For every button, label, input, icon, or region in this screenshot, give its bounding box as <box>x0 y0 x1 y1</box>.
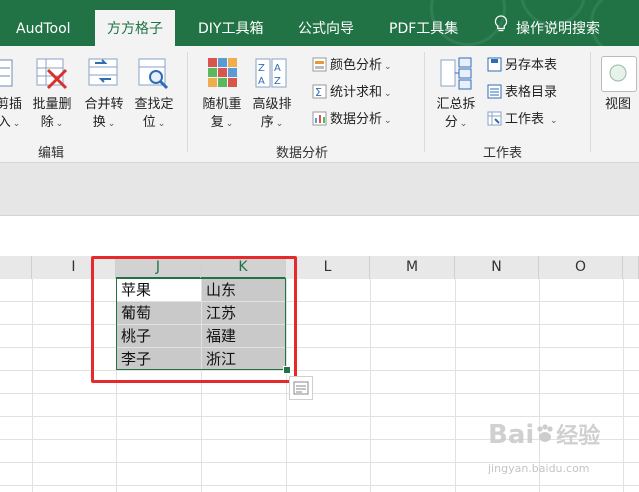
group-label-worksheet: 工作表 <box>483 146 523 161</box>
btn-label: 剪插 <box>0 97 23 112</box>
ribbon-panel: 剪插 入 ⌄ 批量删 除 ⌄ 合并转 换 ⌄ 查找定 位 ⌄ 编辑 随机重 复 … <box>0 46 639 163</box>
quick-analysis-icon[interactable] <box>289 376 313 400</box>
column-header-l[interactable]: L <box>286 256 370 279</box>
watermark-url: jingyan.baidu.com <box>488 462 590 475</box>
group-worksheet: 汇总拆 分 ⌄ 另存本表 表格目录 工作表 ⌄ 工作表 <box>425 46 589 162</box>
batch-delete-button[interactable]: 批量删 除 ⌄ <box>30 96 74 133</box>
merge-convert-button[interactable]: 合并转 换 ⌄ <box>82 96 126 133</box>
paw-icon <box>534 422 556 444</box>
group-label-data-analysis: 数据分析 <box>276 146 329 161</box>
baidu-watermark: Bai 经验 jingyan.baidu.com <box>488 418 628 484</box>
worksheet-button[interactable]: 工作表 ⌄ <box>487 110 558 130</box>
formula-bar-area <box>0 163 639 215</box>
view-icon <box>601 56 637 92</box>
btn-sub: 入 ⌄ <box>0 115 21 130</box>
summary-split-button[interactable]: 汇总拆 分 ⌄ <box>433 96 479 133</box>
summary-split-icon <box>439 56 473 90</box>
column-header-m[interactable]: M <box>370 256 455 279</box>
tab-formula-wizard[interactable]: 公式向导 <box>298 12 354 46</box>
grid-row-line <box>0 393 639 394</box>
tab-diy[interactable]: DIY工具箱 <box>198 12 263 46</box>
directory-icon <box>487 84 502 99</box>
btn-label: 合并转 <box>84 97 124 112</box>
view-button[interactable]: 视图 <box>605 96 631 114</box>
grid-col-line <box>32 279 33 492</box>
svg-text:Z: Z <box>274 76 281 87</box>
svg-text:Σ: Σ <box>315 86 322 99</box>
cut-insert-button[interactable]: 剪插 入 ⌄ <box>0 96 22 133</box>
svg-text:Z: Z <box>258 63 265 74</box>
grid-col-line <box>370 279 371 492</box>
btn-sub: 分 ⌄ <box>444 115 468 130</box>
group-view: 视图 <box>591 46 639 162</box>
tab-audtool[interactable]: AudTool <box>16 12 71 46</box>
column-header-n[interactable]: N <box>455 256 539 279</box>
sum-icon: Σ <box>312 84 327 99</box>
find-icon <box>136 56 170 90</box>
table-directory-button[interactable]: 表格目录 <box>487 83 557 103</box>
column-header-o[interactable]: O <box>539 256 623 279</box>
color-analysis-icon <box>312 57 327 72</box>
svg-text:A: A <box>274 63 281 74</box>
data-analysis-button[interactable]: 数据分析 ⌄ <box>312 110 392 130</box>
grid-row-line <box>0 485 639 486</box>
tab-pdf[interactable]: PDF工具集 <box>389 12 458 46</box>
watermark-brand: Bai 经验 <box>488 420 601 450</box>
data-analysis-icon <box>312 111 327 126</box>
lightbulb-icon <box>494 12 508 46</box>
group-label-edit: 编辑 <box>38 146 65 161</box>
tell-me-search[interactable]: 操作说明搜索 <box>494 12 600 46</box>
random-repeat-button[interactable]: 随机重 复 ⌄ <box>200 96 244 133</box>
btn-sub: 换 ⌄ <box>92 115 116 130</box>
sheet-top-area <box>0 215 639 257</box>
random-icon <box>206 56 240 90</box>
btn-label: 高级排 <box>252 97 292 112</box>
save-icon <box>487 57 502 72</box>
advanced-sort-button[interactable]: 高级排 序 ⌄ <box>248 96 296 133</box>
tab-fangfang[interactable]: 方方格子 <box>95 10 175 46</box>
column-header-stub <box>0 256 32 279</box>
ribbon-tab-bar: AudTool 方方格子 DIY工具箱 公式向导 PDF工具集 操作说明搜索 <box>0 0 639 46</box>
svg-text:A: A <box>258 76 265 87</box>
btn-label: 随机重 <box>202 97 242 112</box>
worksheet-icon <box>487 111 502 126</box>
red-annotation-box <box>91 256 297 383</box>
btn-sub: 除 ⌄ <box>40 115 64 130</box>
group-data-analysis: 随机重 复 ⌄ ZAAZ 高级排 序 ⌄ 颜色分析 ⌄ Σ 统计求和 ⌄ 数据分析 ⌄ 数据… <box>188 46 424 162</box>
btn-sub: 位 ⌄ <box>142 115 166 130</box>
btn-label: 批量删 <box>32 97 72 112</box>
cut-insert-icon <box>0 56 14 90</box>
merge-convert-icon <box>86 56 120 90</box>
grid-row-line <box>0 416 639 417</box>
column-header-next[interactable] <box>623 256 639 279</box>
btn-label: 汇总拆 <box>436 97 476 112</box>
stat-sum-button[interactable]: Σ 统计求和 ⌄ <box>312 83 392 103</box>
tell-me-label: 操作说明搜索 <box>516 21 600 37</box>
save-sheet-button[interactable]: 另存本表 <box>487 56 557 76</box>
sort-icon: ZAAZ <box>254 56 288 90</box>
btn-label: 查找定 <box>134 97 174 112</box>
find-locate-button[interactable]: 查找定 位 ⌄ <box>132 96 176 133</box>
color-analysis-button[interactable]: 颜色分析 ⌄ <box>312 56 392 76</box>
btn-sub: 复 ⌄ <box>210 115 234 130</box>
btn-sub: 序 ⌄ <box>260 115 284 130</box>
group-edit: 剪插 入 ⌄ 批量删 除 ⌄ 合并转 换 ⌄ 查找定 位 ⌄ 编辑 <box>0 46 186 162</box>
grid-col-line <box>455 279 456 492</box>
batch-delete-icon <box>34 56 68 90</box>
